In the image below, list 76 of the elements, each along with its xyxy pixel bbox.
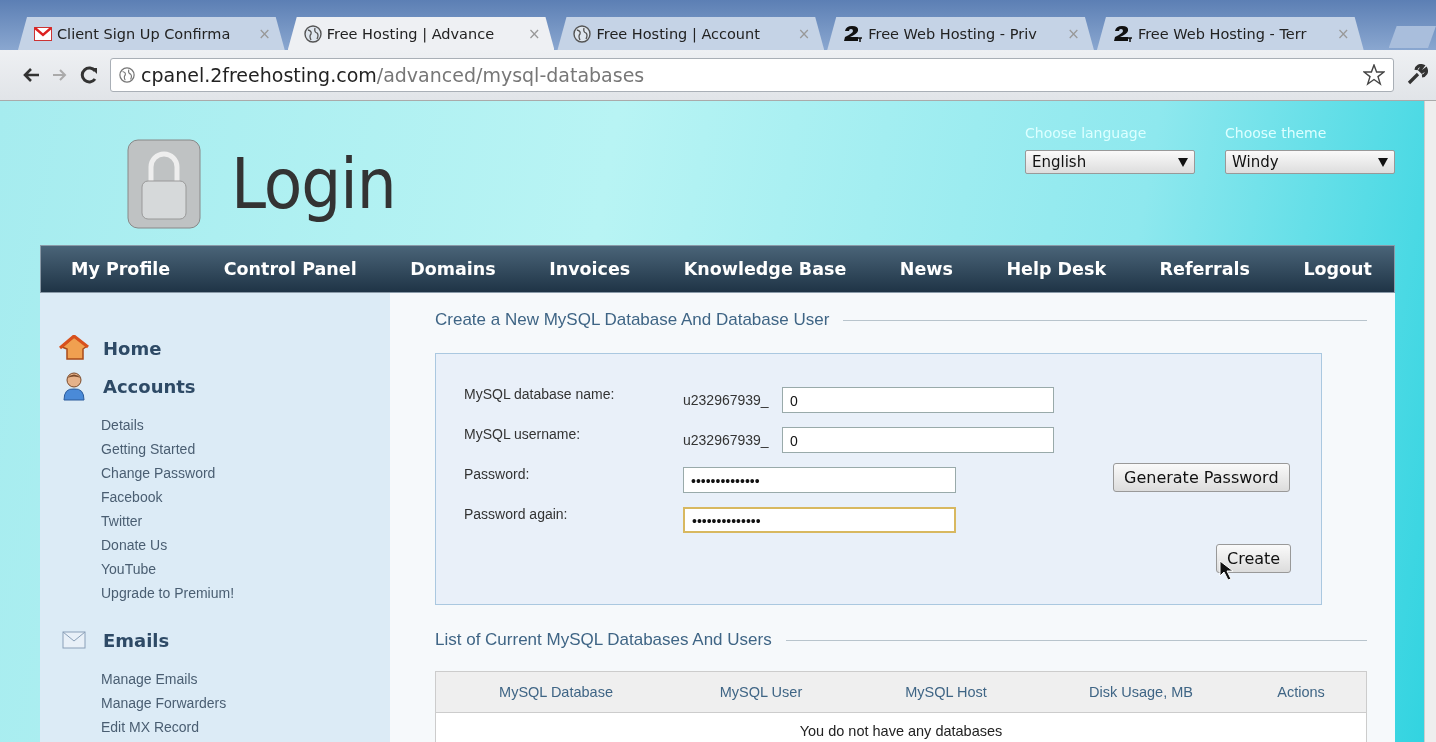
- address-bar[interactable]: cpanel.2freehosting.com/advanced/mysql-databases: [110, 58, 1394, 92]
- reload-icon[interactable]: [80, 66, 98, 84]
- dropdown[interactable]: English: [1025, 150, 1195, 174]
- text-field[interactable]: 0: [782, 387, 1054, 413]
- column-header: MySQL Host: [904, 684, 988, 700]
- sidebar-link[interactable]: Donate Us: [101, 533, 390, 557]
- column-header: Actions: [1276, 684, 1326, 700]
- scrollbar[interactable]: [1424, 101, 1436, 742]
- sidebar-link[interactable]: Change Password: [101, 461, 390, 485]
- nav-link[interactable]: Invoices: [549, 259, 631, 279]
- globe-icon: [303, 24, 322, 43]
- sidebar-heading[interactable]: Emails: [103, 629, 170, 651]
- padlock-icon: [127, 139, 201, 229]
- mail-icon: [34, 26, 52, 41]
- tab-title: Free Web Hosting - Priv: [868, 25, 1038, 42]
- password-field[interactable]: ••••••••••••••: [683, 507, 956, 533]
- logo-icon: [843, 24, 864, 43]
- back-arrow-icon[interactable]: [22, 67, 40, 83]
- text-field[interactable]: 0: [782, 427, 1054, 453]
- dropdown-arrow-icon: [1178, 157, 1188, 167]
- tab-title: Free Web Hosting - Terr: [1137, 25, 1308, 42]
- dropdown-arrow-icon: [1378, 157, 1388, 167]
- browser-tab[interactable]: Client Sign Up Confirma ×: [18, 17, 285, 50]
- browser-tab[interactable]: Free Web Hosting - Terr ×: [1096, 17, 1364, 50]
- section-title: List of Current MySQL Databases And Users: [435, 627, 1367, 653]
- sidebar-link[interactable]: Edit MX Record: [101, 715, 390, 739]
- sidebar-link[interactable]: Manage Emails: [101, 667, 390, 691]
- generate-password-button[interactable]: Generate Password: [1113, 463, 1290, 492]
- select-label: Choose language: [1025, 125, 1148, 141]
- tab-title: Client Sign Up Confirma: [57, 25, 232, 42]
- dropdown[interactable]: Windy: [1225, 150, 1395, 174]
- nav-link[interactable]: Knowledge Base: [683, 259, 847, 279]
- nav-link[interactable]: Referrals: [1159, 259, 1250, 279]
- user-icon: [62, 371, 86, 401]
- nav-link[interactable]: My Profile: [71, 259, 171, 279]
- field-label: Password again:: [464, 505, 569, 522]
- logo-icon: [1112, 24, 1133, 43]
- house-icon: [59, 335, 89, 361]
- sidebar-link[interactable]: Upgrade to Premium!: [101, 581, 390, 605]
- column-header: MySQL User: [718, 684, 804, 700]
- select-label: Choose theme: [1225, 125, 1328, 141]
- nav-link[interactable]: Logout: [1303, 259, 1372, 279]
- nav-link[interactable]: Control Panel: [223, 259, 357, 279]
- nav-link[interactable]: News: [899, 259, 953, 279]
- browser-tab[interactable]: Free Web Hosting - Priv ×: [827, 17, 1094, 50]
- sidebar-link[interactable]: YouTube: [101, 557, 390, 581]
- field-label: Password:: [464, 465, 531, 482]
- star-icon[interactable]: [1363, 64, 1385, 86]
- section-title: Create a New MySQL Database And Database User: [435, 307, 1367, 333]
- nav-link[interactable]: Domains: [410, 259, 496, 279]
- envelope-icon: [62, 631, 86, 649]
- sidebar-link[interactable]: Details: [101, 413, 390, 437]
- field-label: MySQL database name:: [464, 385, 616, 402]
- prefix-text: u232967939_: [683, 392, 770, 408]
- password-field[interactable]: ••••••••••••••: [683, 467, 956, 493]
- sidebar-heading[interactable]: Accounts: [103, 375, 196, 397]
- field-label: MySQL username:: [464, 425, 582, 442]
- sidebar-heading[interactable]: Home: [103, 337, 162, 359]
- sidebar-link[interactable]: Twitter: [101, 509, 390, 533]
- tab-title: Free Hosting | Account: [596, 25, 761, 42]
- empty-message: You do not have any databases: [798, 722, 1004, 741]
- column-header: Disk Usage, MB: [1088, 684, 1194, 700]
- tab-title: Free Hosting | Advance: [326, 25, 496, 42]
- url-text: cpanel.2freehosting.com/advanced/mysql-databases: [141, 64, 645, 86]
- browser-tab[interactable]: Free Hosting | Account ×: [557, 17, 825, 50]
- globe-icon: [119, 67, 135, 83]
- sidebar-link[interactable]: Facebook: [101, 485, 390, 509]
- column-header: MySQL Database: [498, 684, 614, 700]
- wrench-icon[interactable]: [1406, 64, 1428, 86]
- globe-icon: [573, 24, 592, 43]
- prefix-text: u232967939_: [683, 432, 770, 448]
- sidebar-link[interactable]: Getting Started: [101, 437, 390, 461]
- nav-link[interactable]: Help Desk: [1006, 259, 1107, 279]
- create-button[interactable]: Create: [1216, 544, 1292, 573]
- sidebar-link[interactable]: Manage Forwarders: [101, 691, 390, 715]
- browser-tab[interactable]: Free Hosting | Advance ×: [287, 17, 555, 50]
